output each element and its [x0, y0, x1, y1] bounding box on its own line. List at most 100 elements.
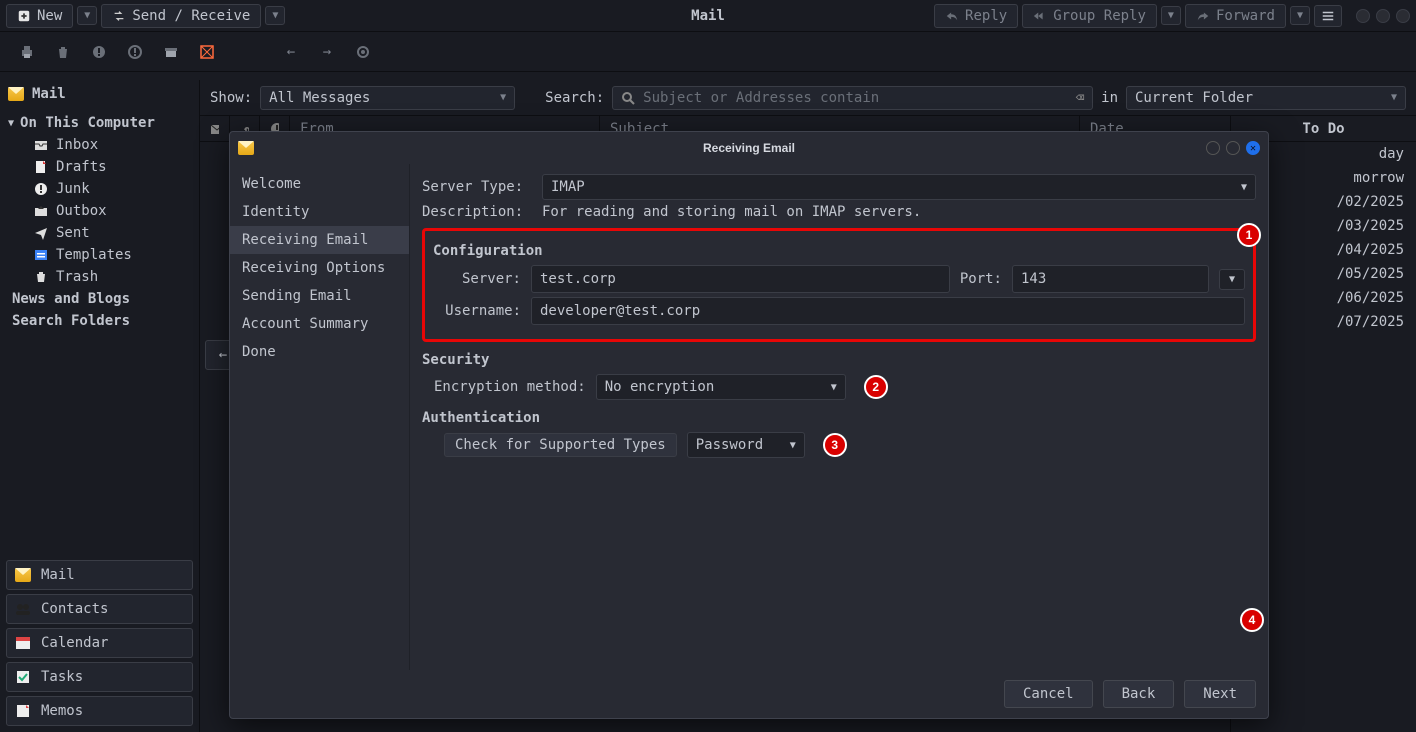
send-receive-label: Send / Receive: [132, 8, 250, 24]
section-configuration: Configuration: [433, 243, 1245, 259]
section-authentication: Authentication: [422, 410, 1256, 426]
new-label: New: [37, 8, 62, 24]
group-reply-label: Group Reply: [1053, 8, 1146, 24]
filter-bar: Show: All Messages ▼ Search: Subject or …: [200, 80, 1416, 116]
nav-calendar[interactable]: Calendar: [6, 628, 193, 658]
back-button[interactable]: Back: [1103, 680, 1175, 708]
username-label: Username:: [433, 303, 521, 319]
configuration-highlight: 1 Configuration Server: Port: ▼ Username…: [422, 228, 1256, 342]
secondary-toolbar: ← →: [0, 32, 1416, 72]
group-reply-dropdown[interactable]: ▼: [1161, 6, 1181, 25]
reply-button[interactable]: Reply: [934, 4, 1018, 28]
server-label: Server:: [433, 271, 521, 287]
sidebar-title: Mail: [32, 86, 66, 102]
folder-junk[interactable]: Junk: [0, 178, 199, 200]
description-label: Description:: [422, 204, 532, 220]
in-label: in: [1101, 90, 1118, 106]
annotation-badge-4: 4: [1240, 608, 1264, 632]
step-receiving-options[interactable]: Receiving Options: [230, 254, 409, 282]
folder-outbox[interactable]: Outbox: [0, 200, 199, 222]
server-input[interactable]: [531, 265, 950, 293]
trash-icon[interactable]: [54, 43, 72, 61]
forward-label: Forward: [1216, 8, 1275, 24]
show-label: Show:: [210, 90, 252, 106]
encryption-select[interactable]: No encryption▼: [596, 374, 846, 400]
username-input[interactable]: [531, 297, 1245, 325]
stop-icon[interactable]: [354, 43, 372, 61]
app-title: Mail: [691, 8, 725, 24]
junk-icon[interactable]: [90, 43, 108, 61]
group-reply-button[interactable]: Group Reply: [1022, 4, 1157, 28]
next-button[interactable]: Next: [1184, 680, 1256, 708]
forward-dropdown[interactable]: ▼: [1290, 6, 1310, 25]
flag-icon[interactable]: [198, 43, 216, 61]
step-done[interactable]: Done: [230, 338, 409, 366]
maximize-icon[interactable]: [1376, 9, 1390, 23]
port-input[interactable]: [1012, 265, 1209, 293]
scope-combo[interactable]: Current Folder▼: [1126, 86, 1406, 110]
folder-sent[interactable]: Sent: [0, 222, 199, 244]
close-window-icon[interactable]: [1396, 9, 1410, 23]
search-icon: [621, 91, 635, 105]
step-sending-email[interactable]: Sending Email: [230, 282, 409, 310]
nav-memos[interactable]: Memos: [6, 696, 193, 726]
nav-mail[interactable]: Mail: [6, 560, 193, 590]
minimize-icon[interactable]: [1356, 9, 1370, 23]
folder-drafts[interactable]: Drafts: [0, 156, 199, 178]
dialog-maximize-icon[interactable]: [1226, 141, 1240, 155]
send-receive-button[interactable]: Send / Receive: [101, 4, 261, 28]
nav-contacts[interactable]: Contacts: [6, 594, 193, 624]
print-icon[interactable]: [18, 43, 36, 61]
reply-label: Reply: [965, 8, 1007, 24]
forward-button[interactable]: Forward: [1185, 4, 1286, 28]
col-envelope-icon[interactable]: [200, 116, 230, 141]
cancel-button[interactable]: Cancel: [1004, 680, 1093, 708]
not-junk-icon[interactable]: [126, 43, 144, 61]
clear-search-icon[interactable]: ⌫: [1076, 90, 1084, 106]
nav-back-icon[interactable]: ←: [282, 43, 300, 61]
mail-icon: [238, 141, 254, 155]
nav-tasks[interactable]: Tasks: [6, 662, 193, 692]
folder-tree: ▼On This Computer Inbox Drafts Junk Outb…: [0, 108, 199, 336]
annotation-badge-3: 3: [823, 433, 847, 457]
new-button[interactable]: New: [6, 4, 73, 28]
dialog-title: Receiving Email: [703, 141, 795, 155]
step-welcome[interactable]: Welcome: [230, 170, 409, 198]
nav-forward-icon[interactable]: →: [318, 43, 336, 61]
step-identity[interactable]: Identity: [230, 198, 409, 226]
primary-toolbar: New ▼ Send / Receive ▼ Mail Reply Group …: [0, 0, 1416, 32]
step-receiving-email[interactable]: Receiving Email: [230, 226, 409, 254]
folder-trash[interactable]: Trash: [0, 266, 199, 288]
folder-templates[interactable]: Templates: [0, 244, 199, 266]
window-controls: [1346, 9, 1410, 23]
search-input[interactable]: Subject or Addresses contain ⌫: [612, 86, 1093, 110]
tree-news[interactable]: News and Blogs: [0, 288, 199, 310]
menu-button[interactable]: [1314, 5, 1342, 27]
encryption-label: Encryption method:: [422, 379, 586, 395]
dialog-close-icon[interactable]: ✕: [1246, 141, 1260, 155]
new-dropdown[interactable]: ▼: [77, 6, 97, 25]
tree-root[interactable]: ▼On This Computer: [0, 112, 199, 134]
server-type-label: Server Type:: [422, 179, 532, 195]
tree-search-folders[interactable]: Search Folders: [0, 310, 199, 332]
auth-type-select[interactable]: Password▼: [687, 432, 805, 458]
folder-inbox[interactable]: Inbox: [0, 134, 199, 156]
check-supported-types-button[interactable]: Check for Supported Types: [444, 433, 677, 457]
sidebar-header: Mail: [0, 80, 199, 108]
search-label: Search:: [545, 90, 604, 106]
dialog-minimize-icon[interactable]: [1206, 141, 1220, 155]
server-type-select[interactable]: IMAP▼: [542, 174, 1256, 200]
description-text: For reading and storing mail on IMAP ser…: [542, 204, 921, 220]
mail-icon: [15, 568, 31, 582]
wizard-content: Server Type: IMAP▼ Description: For read…: [410, 164, 1268, 670]
port-label: Port:: [960, 271, 1002, 287]
send-receive-dropdown[interactable]: ▼: [265, 6, 285, 25]
show-combo[interactable]: All Messages ▼: [260, 86, 515, 110]
archive-icon[interactable]: [162, 43, 180, 61]
step-account-summary[interactable]: Account Summary: [230, 310, 409, 338]
annotation-badge-2: 2: [864, 375, 888, 399]
folder-sidebar: Mail ▼On This Computer Inbox Drafts Junk…: [0, 80, 200, 732]
port-dropdown[interactable]: ▼: [1219, 269, 1245, 290]
mail-icon: [8, 87, 24, 101]
wizard-steps: Welcome Identity Receiving Email Receivi…: [230, 164, 410, 670]
